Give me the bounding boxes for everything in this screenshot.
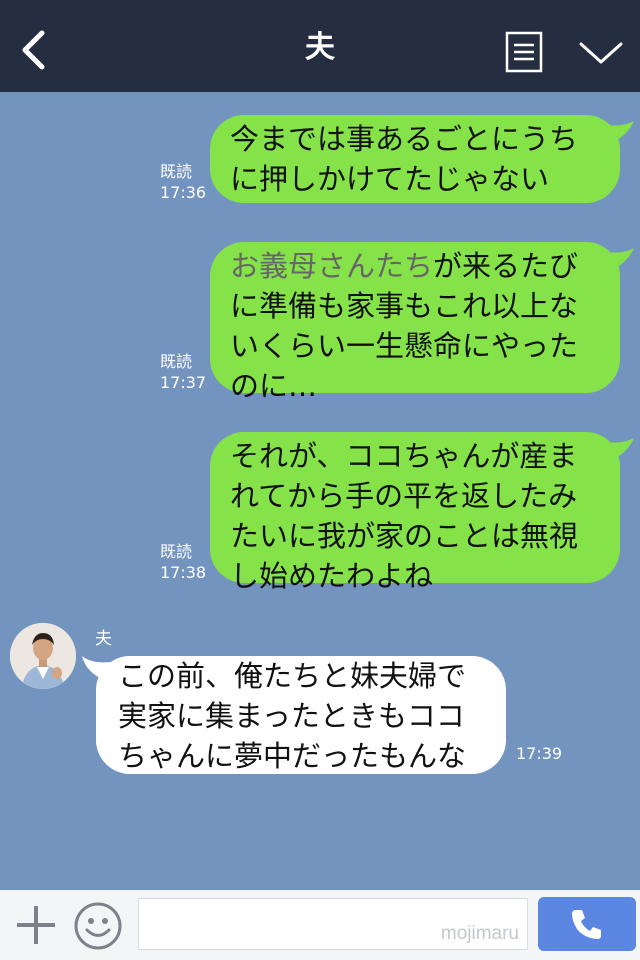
message-text: が来るたび: [433, 249, 579, 283]
message-bubble-outgoing[interactable]: 今までは事あるごとにうち に押しかけてたじゃない: [210, 115, 620, 203]
message-meta: 既読 17:37: [160, 351, 206, 393]
highlighted-text: お義母さんたち: [230, 249, 434, 283]
message-line: に押しかけてたじゃない: [230, 162, 550, 196]
message-input[interactable]: mojimaru: [138, 898, 528, 950]
message-line: ちゃんに夢中だったもんな: [118, 739, 467, 773]
message-meta: 既読 17:36: [160, 161, 206, 203]
message-time: 17:39: [516, 744, 563, 763]
message-line: 実家に集まったときもココ: [118, 699, 465, 733]
message-line: 今までは事あるごとにうち: [230, 122, 579, 156]
message-line: し始めたわよね: [230, 559, 434, 593]
input-bar: mojimaru: [0, 890, 640, 960]
sender-name: 夫: [95, 629, 112, 649]
message-line: れてから手の平を返したみ: [230, 479, 578, 513]
emoji-icon[interactable]: [73, 901, 123, 951]
message-line: いくらい一生懸命にやった: [230, 329, 579, 363]
chat-title: 夫: [305, 30, 335, 65]
message-line: この前、俺たちと妹夫婦で: [118, 659, 467, 693]
message-line: に準備も家事もこれ以上な: [230, 289, 579, 323]
read-receipt: 既読: [160, 352, 193, 371]
note-icon[interactable]: [505, 31, 543, 73]
message-time: 17:36: [160, 183, 207, 202]
message-meta: 既読 17:38: [160, 541, 206, 583]
avatar-image: [10, 623, 76, 689]
message-line: それが、ココちゃんが産ま: [230, 439, 578, 473]
message-time: 17:37: [160, 373, 207, 392]
message-line-rich: お義母さんたちが来るたび: [230, 246, 604, 286]
call-button[interactable]: [538, 897, 636, 951]
chevron-left-icon[interactable]: [18, 30, 54, 70]
read-receipt: 既読: [160, 162, 193, 181]
read-receipt: 既読: [160, 542, 193, 561]
message-bubble-incoming[interactable]: この前、俺たちと妹夫婦で 実家に集まったときもココ ちゃんに夢中だったもんな: [96, 656, 506, 774]
chevron-down-icon[interactable]: [578, 38, 624, 68]
bubble-tail: [606, 438, 634, 460]
phone-icon: [572, 910, 601, 939]
plus-icon[interactable]: [14, 903, 58, 947]
bubble-tail: [82, 656, 110, 680]
message-time: 17:38: [160, 563, 207, 582]
message-bubble-outgoing[interactable]: それが、ココちゃんが産ま れてから手の平を返したみ たいに我が家のことは無視 し…: [210, 432, 620, 593]
message-line: のに…: [230, 369, 318, 403]
avatar[interactable]: [10, 623, 76, 689]
chat-area[interactable]: 今までは事あるごとにうち に押しかけてたじゃない 既読 17:36 お義母さんた…: [0, 92, 640, 890]
message-bubble-outgoing[interactable]: お義母さんたちが来るたび に準備も家事もこれ以上な いくらい一生懸命にやった の…: [210, 242, 620, 403]
chat-header: 夫: [0, 0, 640, 92]
message-line: たいに我が家のことは無視: [230, 519, 579, 553]
bubble-tail: [606, 248, 634, 270]
watermark: mojimaru: [440, 923, 519, 944]
bubble-tail: [606, 121, 634, 143]
